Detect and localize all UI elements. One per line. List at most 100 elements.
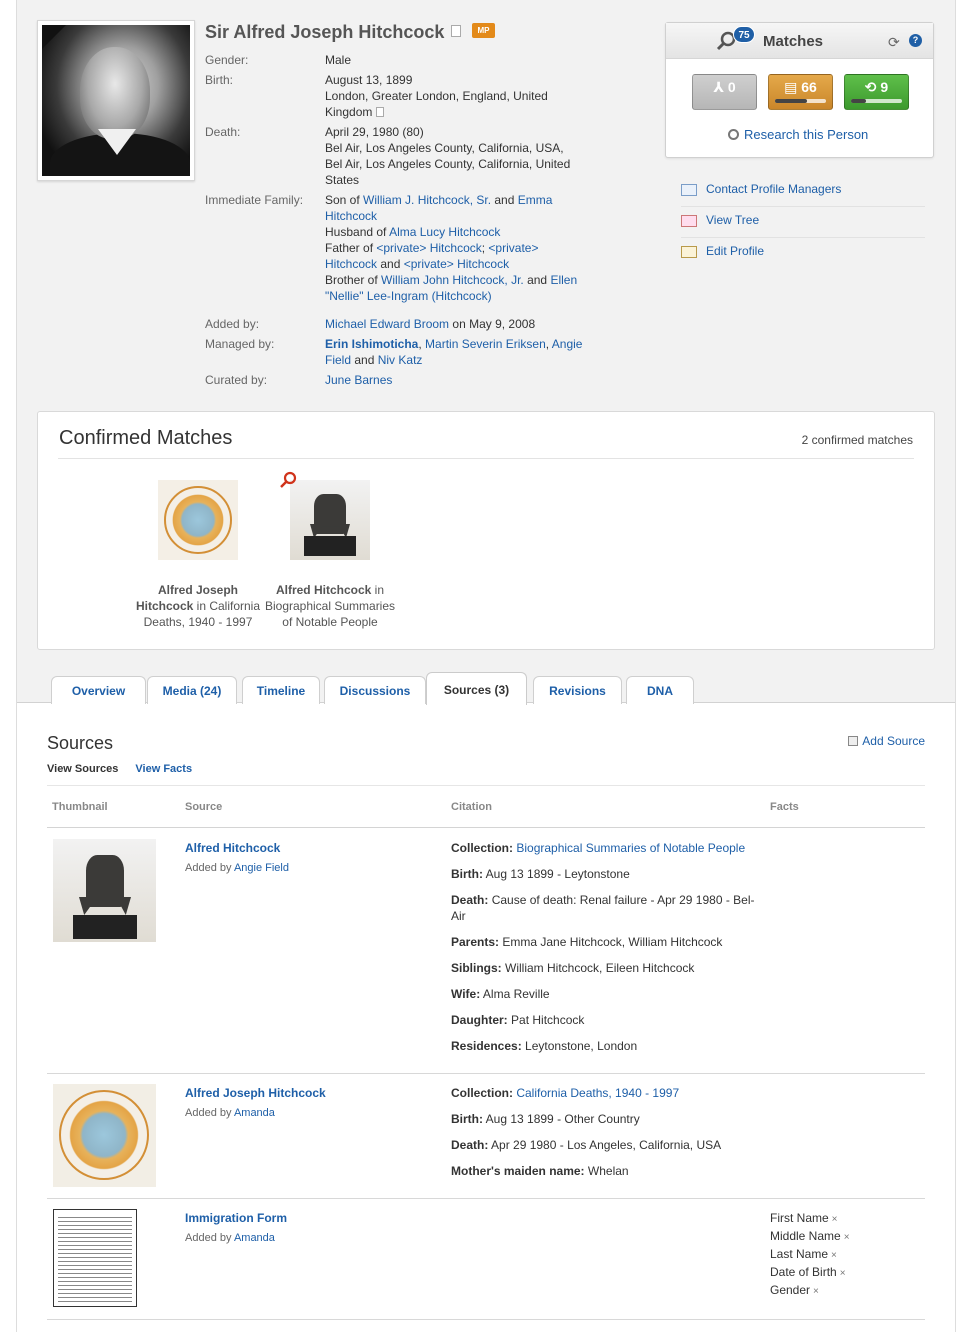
tab-dna[interactable]: DNA xyxy=(626,676,694,704)
tab-overview[interactable]: Overview xyxy=(51,676,146,704)
source-title-link[interactable]: Immigration Form xyxy=(185,1211,287,1225)
citation-label: Birth: xyxy=(451,1112,483,1126)
add-source-button[interactable]: Add Source xyxy=(848,734,925,748)
edit-profile-link[interactable]: Edit Profile xyxy=(706,244,764,258)
child-link-1[interactable]: <private> Hitchcock xyxy=(376,241,481,255)
fact-label: Last Name xyxy=(770,1247,829,1261)
portrait-image xyxy=(42,25,190,176)
view-tree-link[interactable]: View Tree xyxy=(706,213,759,227)
fact-label: Date of Birth xyxy=(770,1265,837,1279)
contact-managers-link[interactable]: Contact Profile Managers xyxy=(706,182,841,196)
citation-label: Death: xyxy=(451,893,489,907)
family-label: Immediate Family: xyxy=(205,193,304,207)
citation-column-header: Citation xyxy=(451,801,492,813)
and-text: and xyxy=(351,353,378,367)
record-matches-button[interactable]: ▤ 66 xyxy=(768,74,833,110)
manager-link-2[interactable]: Martin Severin Eriksen xyxy=(425,337,546,351)
added-by-link[interactable]: Michael Edward Broom xyxy=(325,317,449,331)
added-on-date: on May 9, 2008 xyxy=(449,317,536,331)
smart-matches-button[interactable]: ⟲ 9 xyxy=(844,74,909,110)
source-thumbnail[interactable] xyxy=(53,839,156,942)
profile-actions: Contact Profile Managers View Tree Edit … xyxy=(681,176,925,269)
tree-matches-count: 0 xyxy=(727,79,736,95)
research-person-link[interactable]: Research this Person xyxy=(728,127,868,142)
sources-subnav: View Sources View Facts xyxy=(47,763,206,775)
added-by-link[interactable]: Angie Field xyxy=(234,862,289,874)
smart-progress-bar xyxy=(851,99,902,103)
confirmed-match-2[interactable]: Alfred Hitchcock in Biographical Summari… xyxy=(260,471,400,630)
brother-link[interactable]: William John Hitchcock, Jr. xyxy=(381,273,524,287)
help-icon[interactable]: ? xyxy=(909,34,922,47)
brother-of-text: Brother of xyxy=(325,273,382,287)
death-place-1: Bel Air, Los Angeles County, California,… xyxy=(325,141,564,155)
source-title-link[interactable]: Alfred Hitchcock xyxy=(185,841,280,855)
curator-link[interactable]: June Barnes xyxy=(325,373,392,387)
fact-item: Middle Name × xyxy=(770,1228,850,1246)
california-seal-thumbnail[interactable] xyxy=(158,480,238,560)
source-thumbnail[interactable] xyxy=(53,1084,156,1187)
source-column-header: Source xyxy=(185,801,223,813)
record-matches-count: 66 xyxy=(801,79,817,95)
profile-name: Sir Alfred Joseph Hitchcock xyxy=(205,22,445,42)
view-facts-link[interactable]: View Facts xyxy=(135,763,192,775)
tree-matches-button[interactable]: ⅄ 0 xyxy=(692,74,757,110)
added-by-link[interactable]: Amanda xyxy=(234,1232,275,1244)
smart-matches-count: 9 xyxy=(880,79,889,95)
tree-icon xyxy=(681,215,697,227)
source-title-link[interactable]: Alfred Joseph Hitchcock xyxy=(185,1086,326,1100)
remove-icon[interactable]: × xyxy=(840,1268,846,1279)
confirmed-match-1[interactable]: Alfred Joseph Hitchcock in California De… xyxy=(128,480,268,630)
added-by-text: Added by xyxy=(185,862,234,874)
husband-of-text: Husband of xyxy=(325,225,390,239)
source-thumbnail[interactable] xyxy=(53,1209,137,1307)
tab-timeline[interactable]: Timeline xyxy=(242,676,320,704)
manager-link-4[interactable]: Niv Katz xyxy=(378,353,423,367)
facts-column-header: Facts xyxy=(770,801,799,813)
view-tree-action[interactable]: View Tree xyxy=(681,207,925,238)
wife-link[interactable]: Alma Lucy Hitchcock xyxy=(389,225,500,239)
document-icon[interactable] xyxy=(451,25,461,37)
smart-match-icon: ⟲ xyxy=(864,79,881,95)
death-label: Death: xyxy=(205,125,241,139)
source-doc-icon[interactable] xyxy=(375,107,384,117)
matches-title: Matches xyxy=(763,33,824,50)
birth-place: London, Greater London, England, United … xyxy=(325,89,548,119)
refresh-icon[interactable]: ⟳ xyxy=(888,34,900,51)
view-sources-link[interactable]: View Sources xyxy=(47,763,118,775)
added-by-link[interactable]: Amanda xyxy=(234,1107,275,1119)
citation-value: Leytonstone, London xyxy=(525,1039,638,1053)
contact-managers-action[interactable]: Contact Profile Managers xyxy=(681,176,925,207)
search-icon xyxy=(728,129,739,140)
son-of-text: Son of xyxy=(325,193,364,207)
statue-thumbnail[interactable] xyxy=(280,471,370,560)
child-link-3[interactable]: <private> Hitchcock xyxy=(404,257,509,271)
tab-revisions[interactable]: Revisions xyxy=(533,676,622,704)
remove-icon[interactable]: × xyxy=(844,1232,850,1243)
father-link[interactable]: William J. Hitchcock, Sr. xyxy=(363,193,491,207)
tab-discussions[interactable]: Discussions xyxy=(324,676,426,704)
citation-value: Apr 29 1980 - Los Angeles, California, U… xyxy=(491,1138,722,1152)
edit-profile-action[interactable]: Edit Profile xyxy=(681,238,925,269)
father-of-text: Father of xyxy=(325,241,377,255)
citation-value: Pat Hitchcock xyxy=(511,1013,585,1027)
remove-icon[interactable]: × xyxy=(813,1286,819,1297)
death-place-2: Bel Air, Los Angeles County, California,… xyxy=(325,157,571,187)
added-by-text: Added by xyxy=(185,1107,234,1119)
tab-sources[interactable]: Sources (3) xyxy=(426,672,527,705)
citation-value: Emma Jane Hitchcock, William Hitchcock xyxy=(502,935,723,949)
remove-icon[interactable]: × xyxy=(831,1250,837,1261)
record-progress-bar xyxy=(775,99,826,103)
matches-count-badge[interactable]: 75 xyxy=(733,26,755,43)
profile-photo[interactable] xyxy=(37,20,195,181)
death-date: April 29, 1980 (80) xyxy=(325,125,424,139)
citation-label: Siblings: xyxy=(451,961,502,975)
manager-link-1[interactable]: Erin Ishimoticha xyxy=(325,337,418,351)
table-row: Alfred Joseph Hitchcock Added by Amanda … xyxy=(47,1074,925,1199)
remove-icon[interactable]: × xyxy=(832,1214,838,1225)
tab-media[interactable]: Media (24) xyxy=(147,676,237,704)
fact-item: Date of Birth × xyxy=(770,1264,850,1282)
collection-link[interactable]: Biographical Summaries of Notable People xyxy=(516,841,745,855)
added-by-label: Added by: xyxy=(205,317,260,331)
collection-link[interactable]: California Deaths, 1940 - 1997 xyxy=(516,1086,679,1100)
citation-value: Cause of death: Renal failure - Apr 29 1… xyxy=(451,893,755,923)
